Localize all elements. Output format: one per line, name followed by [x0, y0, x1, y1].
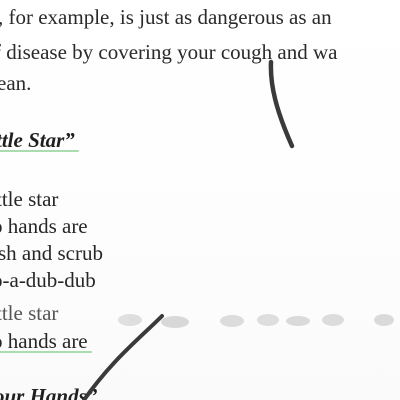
document-page: , for example, is just as dangerous as a… — [0, 0, 400, 400]
song-line-4: o-a-dub-dub — [0, 268, 96, 292]
paragraph-line-2: f disease by covering your cough and wa — [0, 40, 338, 64]
smudge-band — [118, 314, 394, 328]
song-line-2: o hands are — [0, 214, 88, 238]
pen-stroke-top — [268, 59, 295, 149]
song-line-6: o hands are — [0, 328, 92, 354]
paragraph-line-1: , for example, is just as dangerous as a… — [0, 5, 332, 29]
song-line-6-wrapper: o hands are — [0, 328, 92, 354]
paragraph-line-3: ean. — [0, 71, 32, 95]
song-line-3: sh and scrub — [0, 241, 103, 265]
song-title-1-text: ttle Star” — [0, 127, 79, 153]
song-title-1: ttle Star” — [0, 127, 79, 153]
song-line-1: ttle star — [0, 187, 59, 211]
song-title-2: our Hands” — [0, 384, 98, 400]
song-line-5: ttle star — [0, 301, 59, 325]
